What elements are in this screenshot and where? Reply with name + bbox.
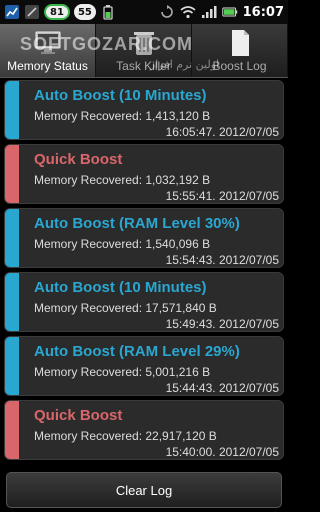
signal-icon (201, 4, 217, 20)
entry-timestamp: 15:54:43. 2012/07/05 (165, 253, 279, 267)
clear-log-button[interactable]: Clear Log (6, 472, 282, 508)
list-item[interactable]: Auto Boost (10 Minutes) Memory Recovered… (4, 80, 284, 140)
battery-status-icon (100, 4, 116, 20)
clock: 16:07 (242, 4, 284, 20)
entry-timestamp: 16:05:47. 2012/07/05 (165, 125, 279, 139)
entry-color-bar (5, 401, 19, 459)
entry-color-bar (5, 145, 19, 203)
entry-title: Quick Boost (34, 151, 123, 168)
list-item[interactable]: Auto Boost (RAM Level 30%) Memory Recove… (4, 208, 284, 268)
count-badge: 55 (73, 4, 96, 20)
entry-color-bar (5, 209, 19, 267)
list-item[interactable]: Auto Boost (10 Minutes) Memory Recovered… (4, 272, 284, 332)
entry-title: Auto Boost (RAM Level 30%) (34, 215, 240, 232)
document-icon (225, 29, 255, 57)
monitor-icon (33, 29, 63, 57)
wifi-icon (180, 4, 196, 20)
tab-label: Boost Log (212, 59, 267, 73)
entry-title: Auto Boost (10 Minutes) (34, 279, 207, 296)
tab-boost-log[interactable]: Boost Log (192, 24, 288, 77)
entry-memory: Memory Recovered: 1,413,120 B (34, 109, 211, 123)
entry-color-bar (5, 81, 19, 139)
tab-bar: Memory Status Task Killer Boost Log (0, 24, 288, 78)
entry-color-bar (5, 337, 19, 395)
battery-icon (221, 4, 238, 20)
tab-task-killer[interactable]: Task Killer (96, 24, 192, 77)
battery-percent-badge: 81 (44, 4, 70, 20)
entry-color-bar (5, 273, 19, 331)
list-item[interactable]: Quick Boost Memory Recovered: 1,032,192 … (4, 144, 284, 204)
usb-icon (24, 4, 40, 20)
entry-timestamp: 15:55:41. 2012/07/05 (165, 189, 279, 203)
sync-icon (159, 4, 175, 20)
trash-icon (129, 29, 159, 57)
entry-title: Auto Boost (RAM Level 29%) (34, 343, 240, 360)
entry-timestamp: 15:49:43. 2012/07/05 (165, 317, 279, 331)
entry-memory: Memory Recovered: 5,001,216 B (34, 365, 211, 379)
status-bar: 81 55 16:07 (0, 0, 288, 24)
app-chart-icon (4, 4, 20, 20)
entry-timestamp: 15:40:00. 2012/07/05 (165, 445, 279, 459)
tab-label: Task Killer (116, 59, 171, 73)
entry-memory: Memory Recovered: 1,032,192 B (34, 173, 211, 187)
entry-memory: Memory Recovered: 17,571,840 B (34, 301, 217, 315)
entry-title: Auto Boost (10 Minutes) (34, 87, 207, 104)
entry-title: Quick Boost (34, 407, 123, 424)
tab-memory-status[interactable]: Memory Status (0, 24, 96, 77)
list-item[interactable]: Quick Boost Memory Recovered: 22,917,120… (4, 400, 284, 460)
tab-label: Memory Status (7, 59, 88, 73)
list-item[interactable]: Auto Boost (RAM Level 29%) Memory Recove… (4, 336, 284, 396)
entry-memory: Memory Recovered: 22,917,120 B (34, 429, 217, 443)
entry-memory: Memory Recovered: 1,540,096 B (34, 237, 211, 251)
boost-log-list: Auto Boost (10 Minutes) Memory Recovered… (4, 80, 284, 464)
entry-timestamp: 15:44:43. 2012/07/05 (165, 381, 279, 395)
